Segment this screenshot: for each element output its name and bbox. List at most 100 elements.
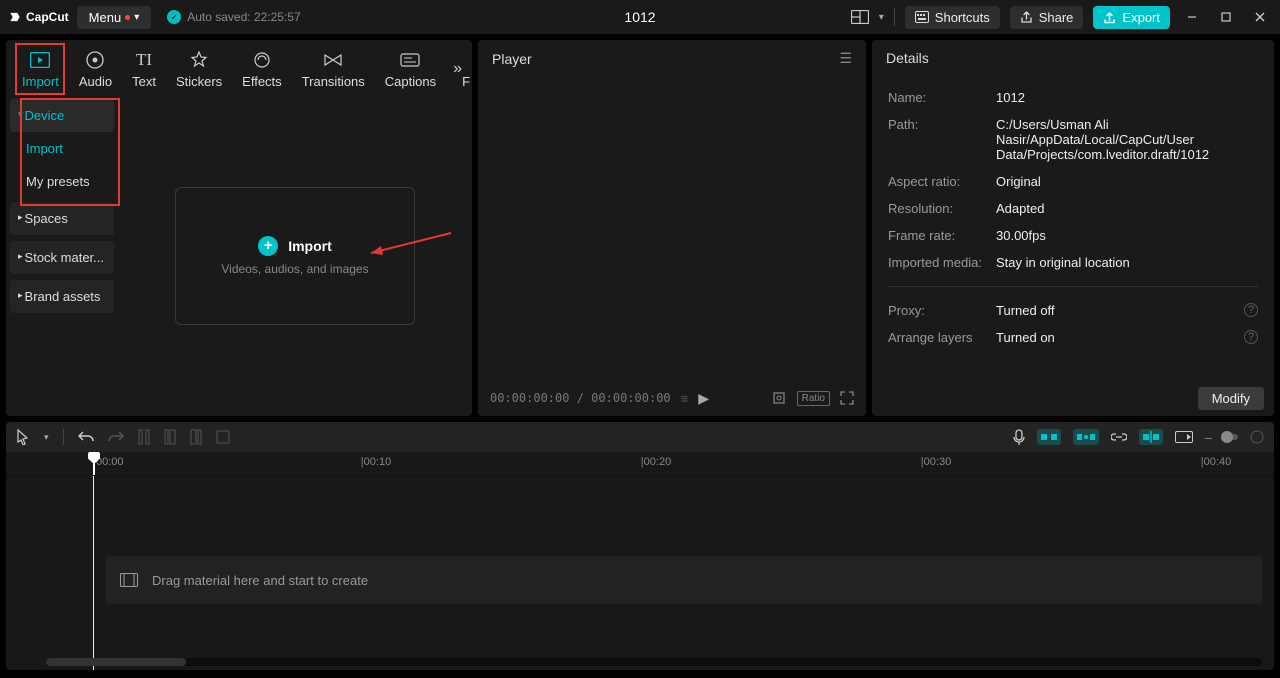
shortcuts-label: Shortcuts: [935, 10, 990, 25]
timeline-ruler[interactable]: 00:00 |00:10 |00:20 |00:30 |00:40: [6, 452, 1274, 476]
main-area: Import Audio TI Text Stickers Effects Tr…: [0, 34, 1280, 416]
pointer-tool[interactable]: [16, 429, 30, 445]
timeline-panel: ▾ – 00:00 |00:10 |00:20 |00:30 |00:40: [6, 422, 1274, 670]
ruler-tick: |00:30: [921, 456, 951, 468]
audio-icon: [85, 50, 105, 70]
divider: [894, 8, 895, 26]
minimize-button[interactable]: [1180, 7, 1204, 27]
player-prev-icon[interactable]: ≡: [681, 391, 689, 406]
record-audio-button[interactable]: [1013, 429, 1025, 445]
share-button[interactable]: Share: [1010, 6, 1084, 29]
tab-import[interactable]: Import: [12, 46, 69, 93]
player-panel: Player ☰ 00:00:00:00 / 00:00:00:00 ≡ ▶ R…: [478, 40, 866, 416]
detail-value: Adapted: [996, 201, 1258, 216]
split-button[interactable]: [138, 429, 150, 445]
ratio-button[interactable]: Ratio: [797, 391, 830, 406]
tab-label: Captions: [385, 74, 436, 89]
chevron-down-icon: ▾: [134, 12, 139, 23]
sidebar-label: Spaces: [25, 211, 68, 226]
details-header: Details: [872, 40, 1274, 76]
snap-toggle-2[interactable]: [1073, 429, 1099, 445]
zoom-slider[interactable]: [1224, 434, 1238, 440]
tab-label: Text: [132, 74, 156, 89]
maximize-button[interactable]: [1214, 7, 1238, 27]
menu-label: Menu: [89, 10, 122, 25]
playhead[interactable]: [93, 454, 95, 475]
tab-captions[interactable]: Captions: [375, 46, 446, 93]
snap-toggle-3[interactable]: [1139, 429, 1163, 445]
sidebar-label: Import: [26, 141, 63, 156]
timeline-dropzone[interactable]: Drag material here and start to create: [106, 556, 1262, 604]
timeline-body[interactable]: Drag material here and start to create: [6, 476, 1274, 670]
scrollbar-thumb[interactable]: [46, 658, 186, 666]
layout-icon[interactable]: [851, 10, 869, 24]
detail-label: Proxy:: [888, 303, 988, 318]
import-subtitle: Videos, audios, and images: [221, 262, 368, 276]
zoom-fit-button[interactable]: [1250, 430, 1264, 444]
sidebar-item-import[interactable]: Import: [10, 132, 114, 165]
tabs-scroll-right[interactable]: »: [449, 58, 466, 80]
info-icon[interactable]: ?: [1244, 303, 1258, 317]
player-time: 00:00:00:00 / 00:00:00:00: [490, 391, 671, 405]
redo-button[interactable]: [108, 430, 124, 444]
chevron-down-small-icon[interactable]: ▾: [879, 12, 884, 23]
import-tab-icon: [30, 50, 50, 70]
preview-toggle[interactable]: [1175, 431, 1193, 443]
notification-dot-icon: [125, 15, 130, 20]
detail-label: Name:: [888, 90, 988, 105]
export-icon: [1103, 11, 1116, 24]
tab-stickers[interactable]: Stickers: [166, 46, 232, 93]
media-tabs: Import Audio TI Text Stickers Effects Tr…: [6, 40, 472, 95]
stickers-icon: [189, 50, 209, 70]
sidebar-item-device[interactable]: ▾Device: [10, 99, 114, 132]
tab-audio[interactable]: Audio: [69, 46, 122, 93]
plus-icon: +: [258, 236, 278, 256]
snap-toggle-1[interactable]: [1037, 429, 1061, 445]
undo-button[interactable]: [78, 430, 94, 444]
link-toggle[interactable]: [1111, 432, 1127, 442]
play-button[interactable]: ▶: [698, 390, 709, 407]
trim-right-button[interactable]: [190, 429, 202, 445]
project-title: 1012: [624, 9, 655, 25]
tab-label: Transitions: [302, 74, 365, 89]
trim-left-button[interactable]: [164, 429, 176, 445]
crop-icon[interactable]: [771, 390, 787, 406]
zoom-out-button[interactable]: –: [1205, 430, 1212, 445]
app-logo: CapCut: [8, 10, 69, 24]
player-menu-icon[interactable]: ☰: [839, 50, 852, 67]
timeline-scrollbar[interactable]: [46, 658, 1262, 666]
sidebar-label: Stock mater...: [25, 250, 104, 265]
fullscreen-icon[interactable]: [840, 391, 854, 405]
tab-text[interactable]: TI Text: [122, 46, 166, 93]
close-button[interactable]: [1248, 7, 1272, 27]
tab-effects[interactable]: Effects: [232, 46, 292, 93]
modify-button[interactable]: Modify: [1198, 387, 1264, 410]
clip-icon: [120, 573, 138, 587]
import-dropzone-area: + Import Videos, audios, and images: [118, 95, 472, 416]
menu-button[interactable]: Menu ▾: [77, 6, 152, 29]
export-label: Export: [1122, 10, 1160, 25]
keyboard-icon: [915, 11, 929, 23]
shortcuts-button[interactable]: Shortcuts: [905, 6, 1000, 29]
titlebar: CapCut Menu ▾ ✓ Auto saved: 22:25:57 101…: [0, 0, 1280, 34]
details-panel: Details Name:1012 Path:C:/Users/Usman Al…: [872, 40, 1274, 416]
capcut-logo-icon: [8, 10, 22, 24]
export-button[interactable]: Export: [1093, 6, 1170, 29]
pointer-dropdown[interactable]: ▾: [44, 432, 49, 443]
sidebar-item-stock[interactable]: ▸Stock mater...: [10, 241, 114, 274]
detail-label: Frame rate:: [888, 228, 988, 243]
detail-label: Resolution:: [888, 201, 988, 216]
import-title: Import: [288, 238, 332, 254]
tab-transitions[interactable]: Transitions: [292, 46, 375, 93]
info-icon[interactable]: ?: [1244, 330, 1258, 344]
detail-value: Turned off: [996, 303, 1258, 318]
delete-button[interactable]: [216, 430, 230, 444]
ruler-tick: 00:00: [96, 456, 124, 468]
detail-label: Imported media:: [888, 255, 988, 270]
sidebar-item-brand[interactable]: ▸Brand assets: [10, 280, 114, 313]
sidebar-item-presets[interactable]: My presets: [10, 165, 114, 198]
check-icon: ✓: [167, 10, 181, 24]
sidebar-item-spaces[interactable]: ▸Spaces: [10, 202, 114, 235]
detail-label: Arrange layers: [888, 330, 988, 345]
import-dropzone[interactable]: + Import Videos, audios, and images: [175, 187, 415, 325]
